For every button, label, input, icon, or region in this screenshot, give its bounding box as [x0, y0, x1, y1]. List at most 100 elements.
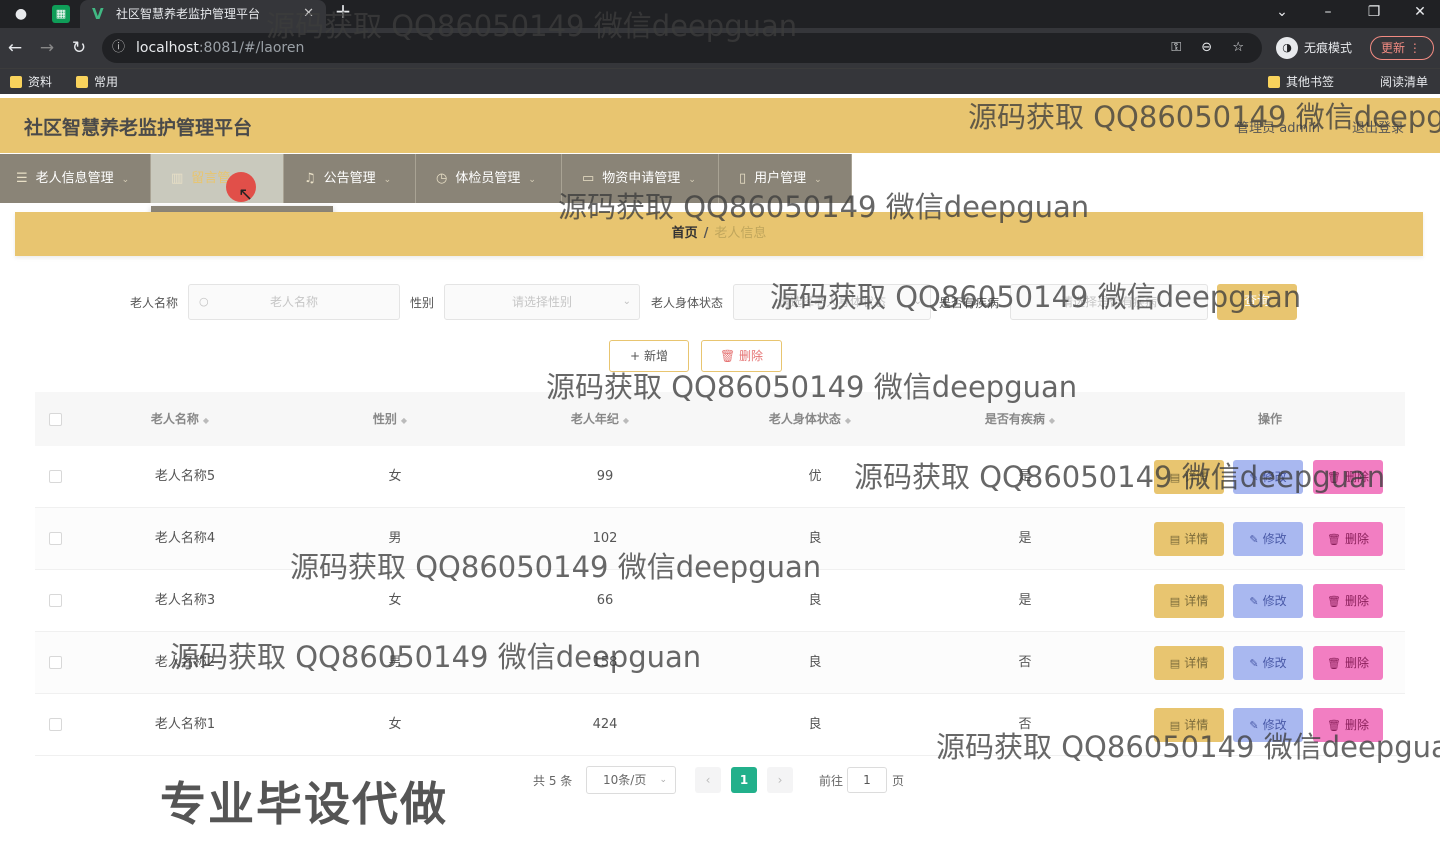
- sort-icon[interactable]: ◆: [1049, 416, 1055, 425]
- minimize-icon[interactable]: –: [1308, 0, 1348, 24]
- select-all-checkbox[interactable]: [49, 413, 62, 426]
- status-filter-label: 老人身体状态: [651, 296, 724, 310]
- delete-button[interactable]: 🗑 删除: [1313, 646, 1383, 680]
- bookmark-star-icon[interactable]: ☆: [1232, 40, 1244, 55]
- bar-chart-icon: ▥: [171, 171, 184, 186]
- pagination-total: 共 5 条: [533, 774, 573, 788]
- next-page-button[interactable]: ›: [767, 767, 793, 793]
- nav-item-examiners[interactable]: ◷ 体检员管理 ⌄: [416, 154, 562, 203]
- nav-item-messages[interactable]: ▥留言管⌄: [151, 154, 284, 203]
- column-header-actions: 操作: [1257, 412, 1282, 426]
- sort-icon[interactable]: ◆: [623, 416, 629, 425]
- document-icon: ▤: [1169, 533, 1181, 546]
- incognito-indicator[interactable]: ◑ 无痕模式: [1276, 35, 1352, 61]
- back-icon[interactable]: ←: [4, 38, 26, 58]
- bookmark-folder-2[interactable]: 常用: [76, 74, 118, 90]
- name-filter-placeholder: 老人名称: [269, 295, 318, 309]
- prev-page-button[interactable]: ‹: [695, 767, 721, 793]
- trash-icon: 🗑: [1327, 595, 1341, 608]
- update-button[interactable]: 更新 ⋮: [1370, 36, 1434, 60]
- reload-icon[interactable]: ↻: [68, 38, 90, 58]
- chevron-down-icon: ⌄: [528, 175, 536, 185]
- goto-page-input[interactable]: 1: [847, 767, 887, 793]
- folder-icon: [1268, 76, 1280, 88]
- detail-button[interactable]: ▤ 详情: [1154, 522, 1224, 556]
- trash-icon: 🗑: [1327, 533, 1341, 546]
- sort-icon[interactable]: ◆: [203, 416, 209, 425]
- url-host: localhost: [136, 40, 199, 56]
- tab-search-icon[interactable]: ⌄: [1262, 0, 1302, 24]
- row-checkbox[interactable]: [49, 594, 62, 607]
- folder-icon: [10, 76, 22, 88]
- watermark: 源码获取 QQ86050149 微信deepguan: [936, 730, 1440, 764]
- row-checkbox[interactable]: [49, 656, 62, 669]
- trash-icon: 🗑: [1327, 657, 1341, 670]
- page-size-select[interactable]: 10条/页 ⌄: [586, 766, 676, 794]
- cell-name: 老人名称5: [154, 469, 216, 484]
- bell-icon: ♫: [304, 171, 316, 186]
- watermark: 源码获取 QQ86050149 微信deepguan: [770, 280, 1302, 314]
- document-icon: ▤: [1169, 595, 1181, 608]
- nav-item-elderly[interactable]: ☰ 老人信息管理 ⌄: [0, 154, 151, 203]
- document-icon: ▤: [1169, 657, 1181, 670]
- reading-list[interactable]: 阅读清单: [1362, 74, 1428, 90]
- column-header-name[interactable]: 老人名称 ◆: [75, 392, 285, 446]
- row-checkbox[interactable]: [49, 532, 62, 545]
- close-window-icon[interactable]: ✕: [1400, 0, 1440, 24]
- other-bookmarks[interactable]: 其他书签: [1268, 74, 1334, 90]
- folder-icon: [76, 76, 88, 88]
- key-icon[interactable]: ⚿: [1171, 40, 1181, 55]
- column-header-gender[interactable]: 性别 ◆: [285, 392, 495, 446]
- cell-status: 良: [808, 717, 822, 732]
- forward-icon[interactable]: →: [36, 38, 58, 58]
- breadcrumb-separator: /: [703, 226, 709, 241]
- cell-gender: 女: [388, 717, 402, 732]
- watermark: 源码获取 QQ86050149 微信deepguan: [290, 550, 822, 584]
- row-checkbox[interactable]: [49, 470, 62, 483]
- edit-button[interactable]: ✎ 修改: [1233, 584, 1303, 618]
- chevron-down-icon: ⌄: [659, 775, 667, 785]
- site-info-icon[interactable]: ⓘ: [112, 33, 125, 63]
- row-checkbox[interactable]: [49, 718, 62, 731]
- mouse-cursor-icon: ↖: [238, 184, 254, 205]
- edit-button[interactable]: ✎ 修改: [1233, 646, 1303, 680]
- breadcrumb-home[interactable]: 首页: [672, 226, 698, 241]
- watermark: 源码获取 QQ86050149 微信deepguan: [558, 190, 1090, 224]
- plus-icon: +: [630, 349, 641, 363]
- page-number-active[interactable]: 1: [731, 767, 757, 793]
- detail-button[interactable]: ▤ 详情: [1154, 646, 1224, 680]
- cell-age: 99: [596, 469, 614, 484]
- name-filter-input[interactable]: ○ 老人名称: [188, 284, 400, 320]
- cell-disease: 是: [1018, 593, 1032, 608]
- spreadsheet-tab-icon[interactable]: ▦: [52, 5, 70, 23]
- detail-button[interactable]: ▤ 详情: [1154, 584, 1224, 618]
- pencil-icon: ✎: [1249, 657, 1259, 670]
- clock-icon: ◷: [436, 171, 448, 186]
- browser-profile-icon[interactable]: ●: [12, 5, 30, 23]
- cell-status: 良: [808, 655, 822, 670]
- app-title: 社区智慧养老监护管理平台: [24, 117, 253, 139]
- browser-tab-title: 社区智慧养老监护管理平台: [116, 7, 261, 21]
- cell-disease: 否: [1018, 655, 1032, 670]
- sort-icon[interactable]: ◆: [401, 416, 407, 425]
- pencil-icon: ✎: [1249, 595, 1259, 608]
- promo-banner: 专业毕设代做: [160, 777, 448, 831]
- chevron-down-icon: ⌄: [622, 296, 631, 307]
- restore-icon[interactable]: ❐: [1354, 0, 1394, 24]
- cell-name: 老人名称1: [154, 717, 216, 732]
- sort-icon[interactable]: ◆: [845, 416, 851, 425]
- cell-name: 老人名称4: [154, 531, 216, 546]
- zoom-icon[interactable]: ⊖: [1201, 40, 1212, 55]
- delete-button[interactable]: 🗑 删除: [1313, 522, 1383, 556]
- gender-filter-label: 性别: [410, 296, 435, 310]
- page-suffix: 页: [892, 774, 905, 788]
- gender-select[interactable]: 请选择性别 ⌄: [444, 284, 640, 320]
- bookmark-folder-1[interactable]: 资料: [10, 74, 52, 90]
- bookmarks-bar: 资料 常用 其他书签 阅读清单: [0, 68, 1440, 94]
- delete-button[interactable]: 🗑 删除: [1313, 584, 1383, 618]
- trash-icon: 🗑: [719, 349, 736, 363]
- cell-disease: 是: [1018, 531, 1032, 546]
- nav-item-notices[interactable]: ♫ 公告管理 ⌄: [284, 154, 416, 203]
- edit-button[interactable]: ✎ 修改: [1233, 522, 1303, 556]
- goto-label: 前往: [819, 774, 844, 788]
